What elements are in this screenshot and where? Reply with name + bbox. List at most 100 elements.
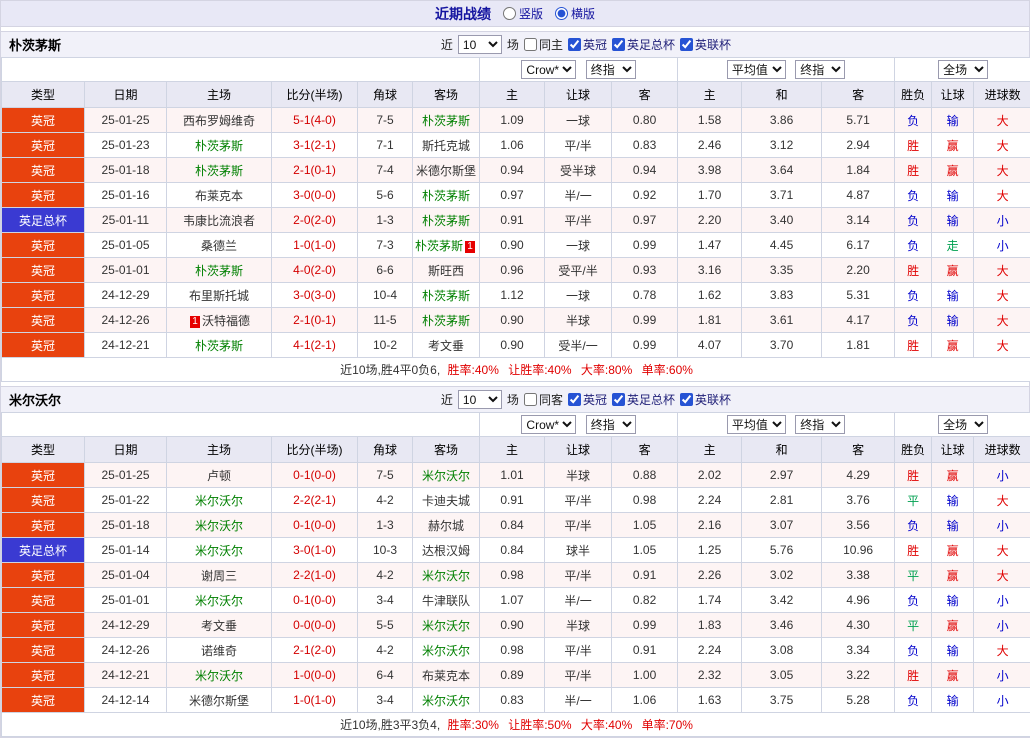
league-badge[interactable]: 英冠 — [2, 183, 85, 208]
team-name[interactable]: 斯托克城 — [422, 139, 470, 153]
league-badge[interactable]: 英冠 — [2, 108, 85, 133]
scope-select[interactable]: 全场 — [938, 415, 988, 434]
team-name[interactable]: 米尔沃尔 — [195, 544, 243, 558]
same-venue-checkbox[interactable] — [524, 38, 537, 51]
team-name[interactable]: 朴茨茅斯 — [422, 214, 470, 228]
team-name[interactable]: 诺维奇 — [201, 644, 237, 658]
league-badge[interactable]: 英冠 — [2, 233, 85, 258]
score-cell[interactable]: 1-0(1-0) — [272, 233, 358, 258]
team-name[interactable]: 朴茨茅斯 — [195, 139, 243, 153]
average-select[interactable]: 平均值 — [727, 60, 786, 79]
league-badge[interactable]: 英冠 — [2, 563, 85, 588]
score-cell[interactable]: 5-1(4-0) — [272, 108, 358, 133]
league-badge[interactable]: 英冠 — [2, 688, 85, 713]
team-name[interactable]: 米尔沃尔 — [195, 594, 243, 608]
fa-cup-filter[interactable]: 英足总杯 — [612, 36, 675, 53]
same-venue-filter[interactable]: 同客 — [524, 391, 563, 408]
league-badge[interactable]: 英冠 — [2, 638, 85, 663]
team-name[interactable]: 米尔沃尔 — [422, 619, 470, 633]
score-cell[interactable]: 2-1(0-1) — [272, 308, 358, 333]
vertical-view-radio[interactable] — [503, 7, 516, 20]
team-name[interactable]: 韦康比流浪者 — [183, 214, 255, 228]
team-name[interactable]: 米尔沃尔 — [195, 669, 243, 683]
score-cell[interactable]: 2-2(2-1) — [272, 488, 358, 513]
team-name[interactable]: 谢周三 — [201, 569, 237, 583]
view-option-vertical[interactable]: 竖版 — [503, 5, 543, 22]
score-cell[interactable]: 3-0(3-0) — [272, 283, 358, 308]
team-name[interactable]: 朴茨茅斯 — [195, 264, 243, 278]
league-badge[interactable]: 英冠 — [2, 588, 85, 613]
team-name[interactable]: 布莱克本 — [422, 669, 470, 683]
score-cell[interactable]: 0-1(0-0) — [272, 588, 358, 613]
final-odds-select-2[interactable]: 终指 — [795, 60, 845, 79]
team-name[interactable]: 考文垂 — [428, 339, 464, 353]
score-cell[interactable]: 4-1(2-1) — [272, 333, 358, 358]
score-cell[interactable]: 3-0(0-0) — [272, 183, 358, 208]
league-badge[interactable]: 英冠 — [2, 463, 85, 488]
horizontal-view-radio[interactable] — [555, 7, 568, 20]
team-name[interactable]: 朴茨茅斯 — [415, 239, 463, 253]
same-venue-filter[interactable]: 同主 — [524, 36, 563, 53]
league-badge[interactable]: 英冠 — [2, 283, 85, 308]
team-name[interactable]: 朴茨茅斯 — [422, 314, 470, 328]
team-name[interactable]: 米尔沃尔 — [422, 569, 470, 583]
same-venue-checkbox[interactable] — [524, 393, 537, 406]
league-badge[interactable]: 英冠 — [2, 488, 85, 513]
team-name[interactable]: 米德尔斯堡 — [189, 694, 249, 708]
average-select[interactable]: 平均值 — [727, 415, 786, 434]
championship-checkbox[interactable] — [568, 38, 581, 51]
team-name[interactable]: 米尔沃尔 — [422, 694, 470, 708]
score-cell[interactable]: 0-1(0-0) — [272, 463, 358, 488]
score-cell[interactable]: 0-0(0-0) — [272, 613, 358, 638]
league-badge[interactable]: 英冠 — [2, 258, 85, 283]
score-cell[interactable]: 2-0(2-0) — [272, 208, 358, 233]
league-badge[interactable]: 英足总杯 — [2, 208, 85, 233]
team-name[interactable]: 西布罗姆维奇 — [183, 114, 255, 128]
team-name[interactable]: 卡迪夫城 — [422, 494, 470, 508]
league-badge[interactable]: 英冠 — [2, 133, 85, 158]
efl-cup-filter[interactable]: 英联杯 — [680, 36, 731, 53]
team-name[interactable]: 朴茨茅斯 — [195, 339, 243, 353]
bookmaker-select[interactable]: Crow* — [521, 60, 576, 79]
score-cell[interactable]: 2-1(2-0) — [272, 638, 358, 663]
fa-cup-filter[interactable]: 英足总杯 — [612, 391, 675, 408]
score-cell[interactable]: 2-2(1-0) — [272, 563, 358, 588]
final-odds-select-1[interactable]: 终指 — [586, 60, 636, 79]
championship-filter[interactable]: 英冠 — [568, 36, 607, 53]
team-name[interactable]: 米尔沃尔 — [195, 519, 243, 533]
final-odds-select-1[interactable]: 终指 — [586, 415, 636, 434]
championship-filter[interactable]: 英冠 — [568, 391, 607, 408]
team-name[interactable]: 牛津联队 — [422, 594, 470, 608]
scope-select[interactable]: 全场 — [938, 60, 988, 79]
league-badge[interactable]: 英冠 — [2, 308, 85, 333]
final-odds-select-2[interactable]: 终指 — [795, 415, 845, 434]
team-name[interactable]: 斯旺西 — [428, 264, 464, 278]
score-cell[interactable]: 1-0(1-0) — [272, 688, 358, 713]
team-name[interactable]: 米尔沃尔 — [195, 494, 243, 508]
score-cell[interactable]: 2-1(0-1) — [272, 158, 358, 183]
team-name[interactable]: 赫尔城 — [428, 519, 464, 533]
team-name[interactable]: 朴茨茅斯 — [422, 289, 470, 303]
score-cell[interactable]: 0-1(0-0) — [272, 513, 358, 538]
match-count-select[interactable]: 10 — [458, 390, 502, 409]
team-name[interactable]: 朴茨茅斯 — [422, 189, 470, 203]
team-name[interactable]: 朴茨茅斯 — [195, 164, 243, 178]
league-badge[interactable]: 英冠 — [2, 663, 85, 688]
team-name[interactable]: 考文垂 — [201, 619, 237, 633]
league-badge[interactable]: 英足总杯 — [2, 538, 85, 563]
league-badge[interactable]: 英冠 — [2, 513, 85, 538]
score-cell[interactable]: 4-0(2-0) — [272, 258, 358, 283]
team-name[interactable]: 朴茨茅斯 — [422, 114, 470, 128]
match-count-select[interactable]: 10 — [458, 35, 502, 54]
score-cell[interactable]: 3-1(2-1) — [272, 133, 358, 158]
fa-cup-checkbox[interactable] — [612, 393, 625, 406]
league-badge[interactable]: 英冠 — [2, 158, 85, 183]
bookmaker-select[interactable]: Crow* — [521, 415, 576, 434]
team-name[interactable]: 米德尔斯堡 — [416, 164, 476, 178]
efl-cup-checkbox[interactable] — [680, 38, 693, 51]
league-badge[interactable]: 英冠 — [2, 613, 85, 638]
team-name[interactable]: 沃特福德 — [202, 314, 250, 328]
efl-cup-filter[interactable]: 英联杯 — [680, 391, 731, 408]
team-name[interactable]: 米尔沃尔 — [422, 469, 470, 483]
league-badge[interactable]: 英冠 — [2, 333, 85, 358]
